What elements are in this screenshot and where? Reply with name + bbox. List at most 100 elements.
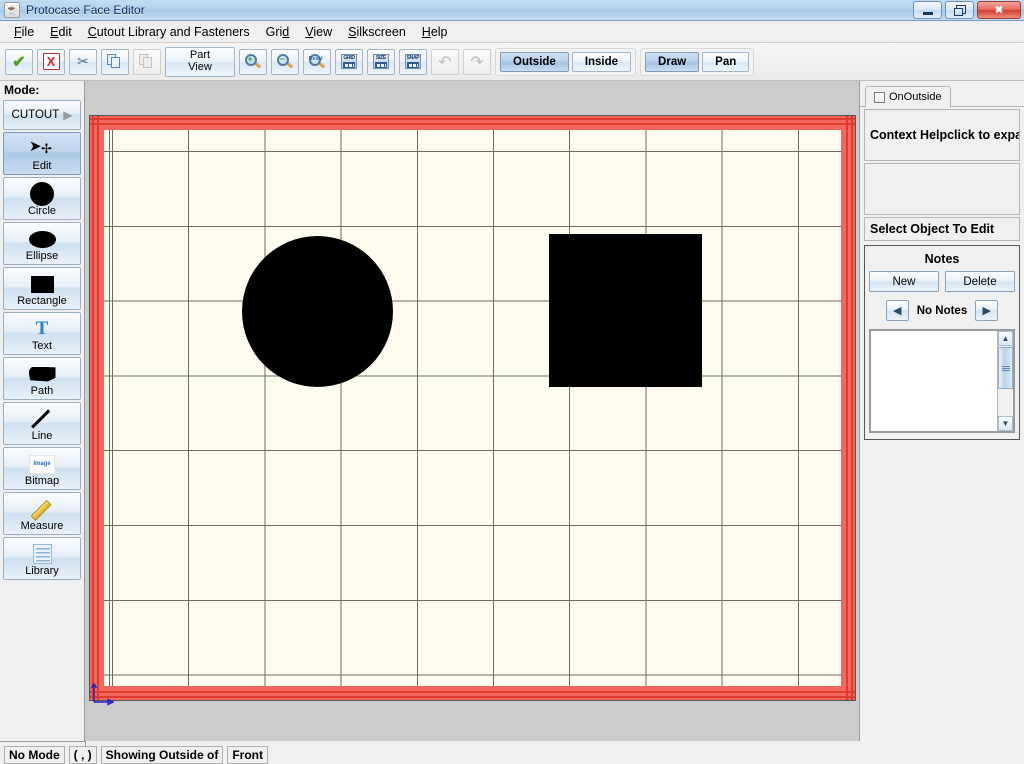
notes-panel: Notes New Delete ◀ No Notes ▶ ▲ ▼	[864, 245, 1020, 440]
mode-toggle-group: Draw Pan	[640, 47, 755, 76]
scroll-up-button[interactable]: ▲	[998, 331, 1013, 346]
cancel-button[interactable]: X	[37, 48, 65, 75]
tool-rectangle[interactable]: Rectangle	[3, 267, 81, 310]
tool-text[interactable]: T Text	[3, 312, 81, 355]
new-note-button[interactable]: New	[869, 271, 939, 292]
onoutside-checkbox[interactable]	[874, 91, 885, 103]
tool-ellipse[interactable]: Ellipse	[3, 222, 81, 265]
notes-counter: No Notes	[916, 304, 968, 317]
undo-button[interactable]: ↶	[431, 48, 459, 75]
main-toolbar: ✔ X ✂ Part View + − Reset GRID SIZE SNAP…	[0, 43, 1024, 81]
inside-button[interactable]: Inside	[571, 51, 632, 72]
scroll-down-button[interactable]: ▼	[998, 416, 1013, 431]
window-title: Protocase Face Editor	[26, 3, 145, 17]
tool-library-label: Library	[25, 565, 59, 577]
measure-ruler-icon	[30, 498, 54, 520]
window-controls: ✖	[913, 1, 1021, 19]
delete-note-button[interactable]: Delete	[945, 271, 1015, 292]
tool-edit-label: Edit	[32, 160, 52, 172]
scrollbar-thumb[interactable]	[998, 347, 1013, 389]
size-button[interactable]: SIZE	[367, 48, 395, 75]
bitmap-icon: Image	[29, 453, 55, 475]
tool-line-label: Line	[31, 430, 53, 442]
previous-note-button[interactable]: ◀	[885, 300, 909, 321]
notes-text-area[interactable]	[871, 331, 997, 431]
cutout-mode-value: CUTOUT	[11, 109, 60, 121]
accept-button[interactable]: ✔	[5, 48, 33, 75]
menu-file-rest: ile	[21, 24, 35, 39]
copy-button[interactable]	[101, 48, 129, 75]
outside-button[interactable]: Outside	[500, 51, 569, 72]
close-button[interactable]: ✖	[977, 1, 1021, 19]
menu-edit[interactable]: Edit	[42, 23, 80, 41]
rectangle-cutout[interactable]	[549, 234, 702, 387]
grid-button[interactable]: GRID	[335, 48, 363, 75]
menu-bar: File Edit Cutout Library and Fasteners G…	[0, 21, 1024, 43]
tool-ellipse-label: Ellipse	[25, 250, 59, 262]
circle-icon	[30, 182, 54, 206]
margin-line-bottom-inner	[90, 691, 855, 693]
grid-overlay	[90, 116, 855, 700]
context-help-box[interactable]: Context Helpclick to expa...	[864, 109, 1020, 161]
tab-onoutside[interactable]: OnOutside	[865, 86, 951, 108]
next-arrow-icon: ▶	[982, 305, 991, 317]
tool-measure-label: Measure	[20, 520, 64, 532]
redo-button[interactable]: ↷	[463, 48, 491, 75]
notes-nav-row: ◀ No Notes ▶	[869, 300, 1015, 321]
circle-cutout[interactable]	[242, 236, 393, 387]
path-icon	[28, 363, 56, 385]
snap-icon-label: SNAP	[406, 55, 420, 61]
java-coffee-icon: ☕	[4, 2, 20, 18]
context-help-text: Context Helpclick to expa...	[870, 128, 1020, 142]
snap-icon: SNAP	[405, 54, 421, 69]
next-note-button[interactable]: ▶	[975, 300, 999, 321]
menu-help[interactable]: Help	[414, 23, 456, 41]
previous-arrow-icon: ◀	[893, 305, 902, 317]
zoom-in-button[interactable]: +	[239, 48, 267, 75]
panel-tab-strip: OnOutside	[860, 81, 1024, 108]
drawing-canvas[interactable]	[85, 81, 859, 741]
chevron-right-icon: ▶	[63, 108, 73, 122]
status-mode: No Mode	[4, 746, 65, 764]
cut-button[interactable]: ✂	[69, 48, 97, 75]
tool-path[interactable]: Path	[3, 357, 81, 400]
margin-line-right-inner	[846, 116, 848, 700]
tool-library[interactable]: Library	[3, 537, 81, 580]
menu-grid[interactable]: Grid	[258, 23, 298, 41]
paste-button[interactable]	[133, 48, 161, 75]
snap-button[interactable]: SNAP	[399, 48, 427, 75]
draw-button[interactable]: Draw	[645, 51, 700, 72]
tool-line[interactable]: Line	[3, 402, 81, 445]
part-view-line1: Part	[189, 48, 211, 61]
tool-bitmap[interactable]: Image Bitmap	[3, 447, 81, 490]
side-toggle-group: Outside Inside	[495, 47, 637, 76]
tool-circle[interactable]: Circle	[3, 177, 81, 220]
menu-file[interactable]: File	[6, 23, 42, 41]
maximize-button[interactable]	[945, 1, 974, 19]
margin-line-top-inner	[90, 123, 855, 125]
pan-button[interactable]: Pan	[702, 51, 750, 72]
zoom-out-button[interactable]: −	[271, 48, 299, 75]
notes-scrollbar[interactable]: ▲ ▼	[997, 331, 1013, 431]
tool-measure[interactable]: Measure	[3, 492, 81, 535]
size-icon-label: SIZE	[376, 55, 386, 61]
menu-view[interactable]: View	[297, 23, 340, 41]
mode-label: Mode:	[0, 81, 84, 99]
face-sheet[interactable]	[89, 115, 856, 706]
menu-silkscreen[interactable]: Silkscreen	[340, 23, 414, 41]
minimize-button[interactable]	[913, 1, 942, 19]
title-bar: ☕ Protocase Face Editor ✖	[0, 0, 1024, 21]
ellipse-icon	[28, 228, 56, 250]
zoom-reset-button[interactable]: Reset	[303, 48, 331, 75]
xy-axis-origin-icon	[90, 682, 115, 706]
cutout-mode-button[interactable]: CUTOUT ▶	[3, 100, 81, 130]
line-icon	[30, 408, 54, 430]
paste-icon	[139, 54, 155, 69]
zoom-out-icon: −	[276, 53, 294, 70]
empty-properties-box	[864, 163, 1020, 215]
tool-edit[interactable]: ➤ ✢ Edit	[3, 132, 81, 175]
menu-cutout-library[interactable]: Cutout Library and Fasteners	[80, 23, 258, 41]
scrollbar-track[interactable]	[998, 389, 1013, 416]
zoom-in-icon: +	[244, 53, 262, 70]
part-view-button[interactable]: Part View	[165, 46, 235, 77]
